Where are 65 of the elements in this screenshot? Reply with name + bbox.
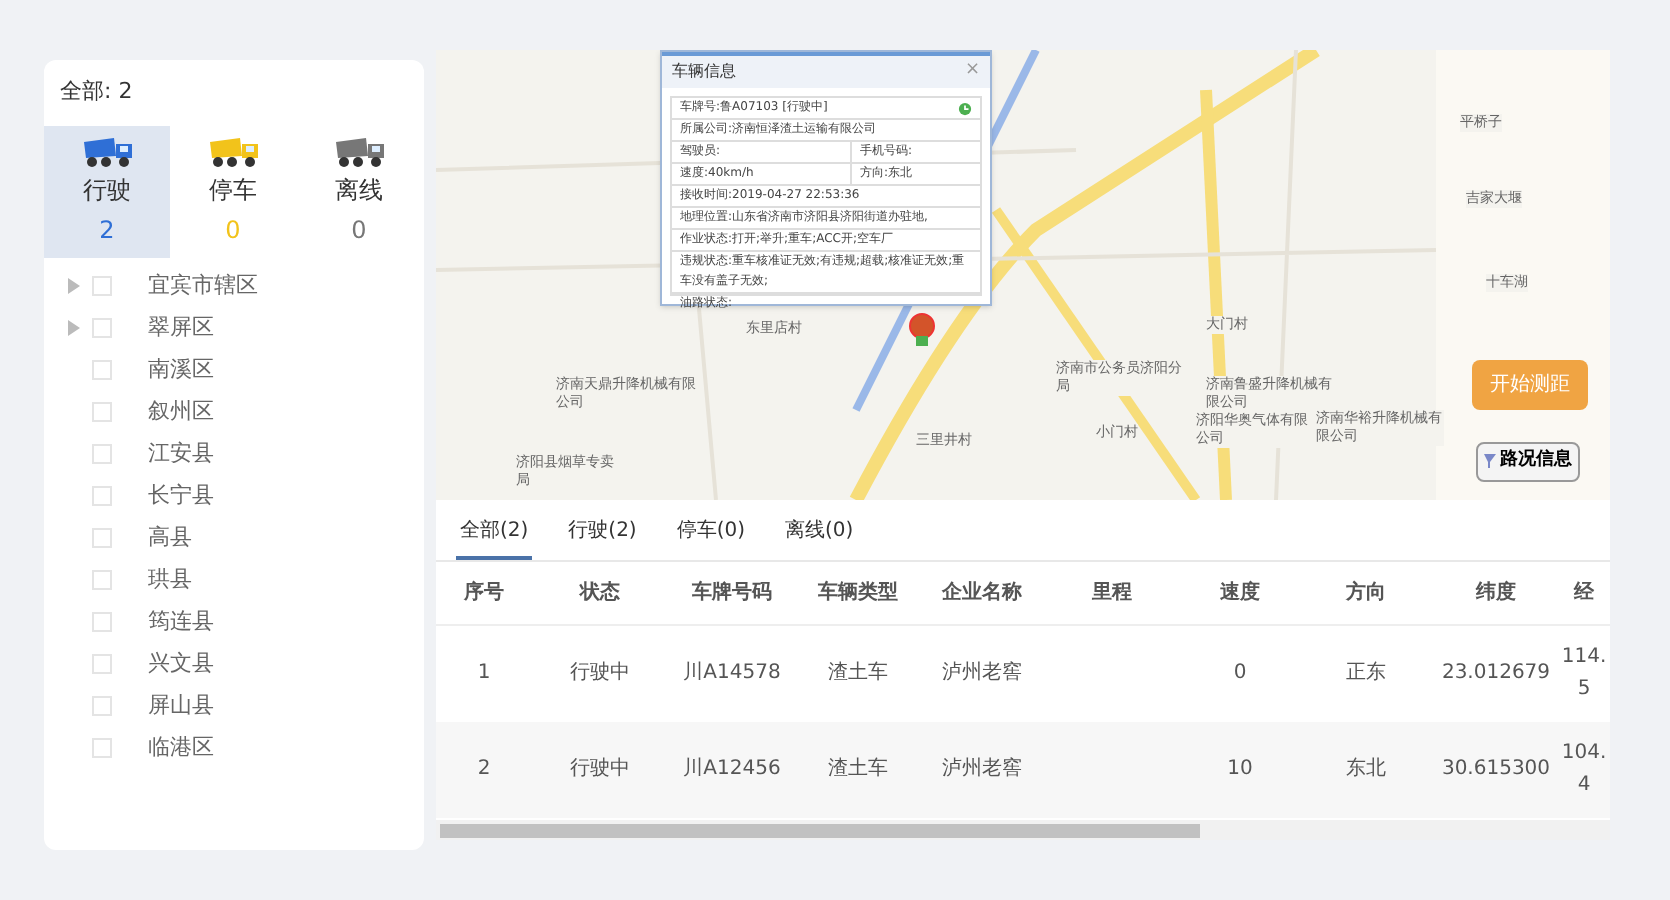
- tab[interactable]: 全部(2): [456, 512, 533, 560]
- table-cell-text: 30.615300: [1439, 756, 1553, 784]
- table-cell-text: 渣土车: [826, 755, 890, 784]
- region-item[interactable]: 高县: [148, 521, 192, 555]
- region-item[interactable]: 临港区: [148, 731, 214, 765]
- table-cell-text: 正东: [1344, 659, 1388, 688]
- clock-icon: [958, 101, 972, 115]
- region-item[interactable]: 兴文县: [148, 647, 214, 681]
- checkbox[interactable]: [92, 570, 112, 590]
- column-header: 状态: [577, 579, 622, 608]
- table-cell-text: 114.5: [1560, 644, 1608, 704]
- table-cell-text: 川A12456: [681, 755, 783, 784]
- region-item[interactable]: 珙县: [148, 563, 192, 597]
- checkbox[interactable]: [92, 696, 112, 716]
- checkbox[interactable]: [92, 276, 112, 296]
- tab[interactable]: 停车(0): [672, 512, 750, 560]
- table-cell-text: 泸州老窖: [940, 659, 1024, 688]
- table-cell-text: 1: [475, 660, 493, 688]
- region-item[interactable]: 翠屏区: [148, 311, 214, 345]
- checkbox[interactable]: [92, 612, 112, 632]
- checkbox[interactable]: [92, 318, 112, 338]
- expand-arrow-icon[interactable]: [68, 278, 80, 294]
- checkbox[interactable]: [92, 360, 112, 380]
- horizontal-scrollbar[interactable]: [436, 820, 1610, 840]
- region-item[interactable]: 江安县: [148, 437, 214, 471]
- table-cell-text: 2: [475, 756, 493, 784]
- table-cell-text: 渣土车: [826, 659, 890, 688]
- table-cell-text: 东北: [1344, 755, 1388, 784]
- table-cell-text: 行驶中: [568, 755, 632, 784]
- table-cell-text: 104.4: [1560, 740, 1608, 800]
- region-item[interactable]: 屏山县: [148, 689, 214, 723]
- checkbox[interactable]: [92, 402, 112, 422]
- tab[interactable]: 离线(0): [781, 512, 858, 560]
- table-cell-text: 10: [1225, 756, 1255, 784]
- region-item[interactable]: 长宁县: [148, 479, 214, 513]
- table-cell-text: 行驶中: [568, 659, 632, 688]
- column-header: 速度: [1218, 578, 1262, 608]
- status-filter[interactable]: 行驶 2: [44, 125, 170, 257]
- table-cell-text: 泸州老窖: [940, 755, 1024, 784]
- checkbox[interactable]: [92, 738, 112, 758]
- checkbox[interactable]: [92, 654, 112, 674]
- tab[interactable]: 行驶(2): [564, 512, 641, 560]
- column-header: 企业名称: [940, 579, 1024, 608]
- table-cell-text: 川A14578: [681, 659, 783, 688]
- traffic-button[interactable]: 路况信息: [1476, 442, 1580, 481]
- column-header: 里程: [1090, 580, 1134, 608]
- column-header: 方向: [1344, 578, 1388, 608]
- checkbox[interactable]: [92, 444, 112, 464]
- region-item[interactable]: 南溪区: [148, 353, 214, 387]
- column-header: 纬度: [1473, 578, 1518, 608]
- checkbox[interactable]: [92, 528, 112, 548]
- total-count: 全部: 2: [58, 76, 135, 108]
- popup-title: 车辆信息: [672, 60, 736, 84]
- column-header: 序号: [462, 578, 506, 608]
- column-header: 经: [1571, 579, 1596, 608]
- region-item[interactable]: 叙州区: [148, 395, 214, 429]
- table-cell-text: 23.012679: [1439, 660, 1553, 688]
- column-header: 车辆类型: [816, 578, 900, 608]
- region-item[interactable]: 宜宾市辖区: [148, 269, 258, 303]
- region-item[interactable]: 筠连县: [148, 605, 214, 639]
- vehicle-marker-icon[interactable]: [908, 312, 936, 348]
- table-cell-text: 0: [1231, 660, 1249, 688]
- checkbox[interactable]: [92, 486, 112, 506]
- expand-arrow-icon[interactable]: [68, 320, 80, 336]
- column-header: 车牌号码: [690, 578, 774, 608]
